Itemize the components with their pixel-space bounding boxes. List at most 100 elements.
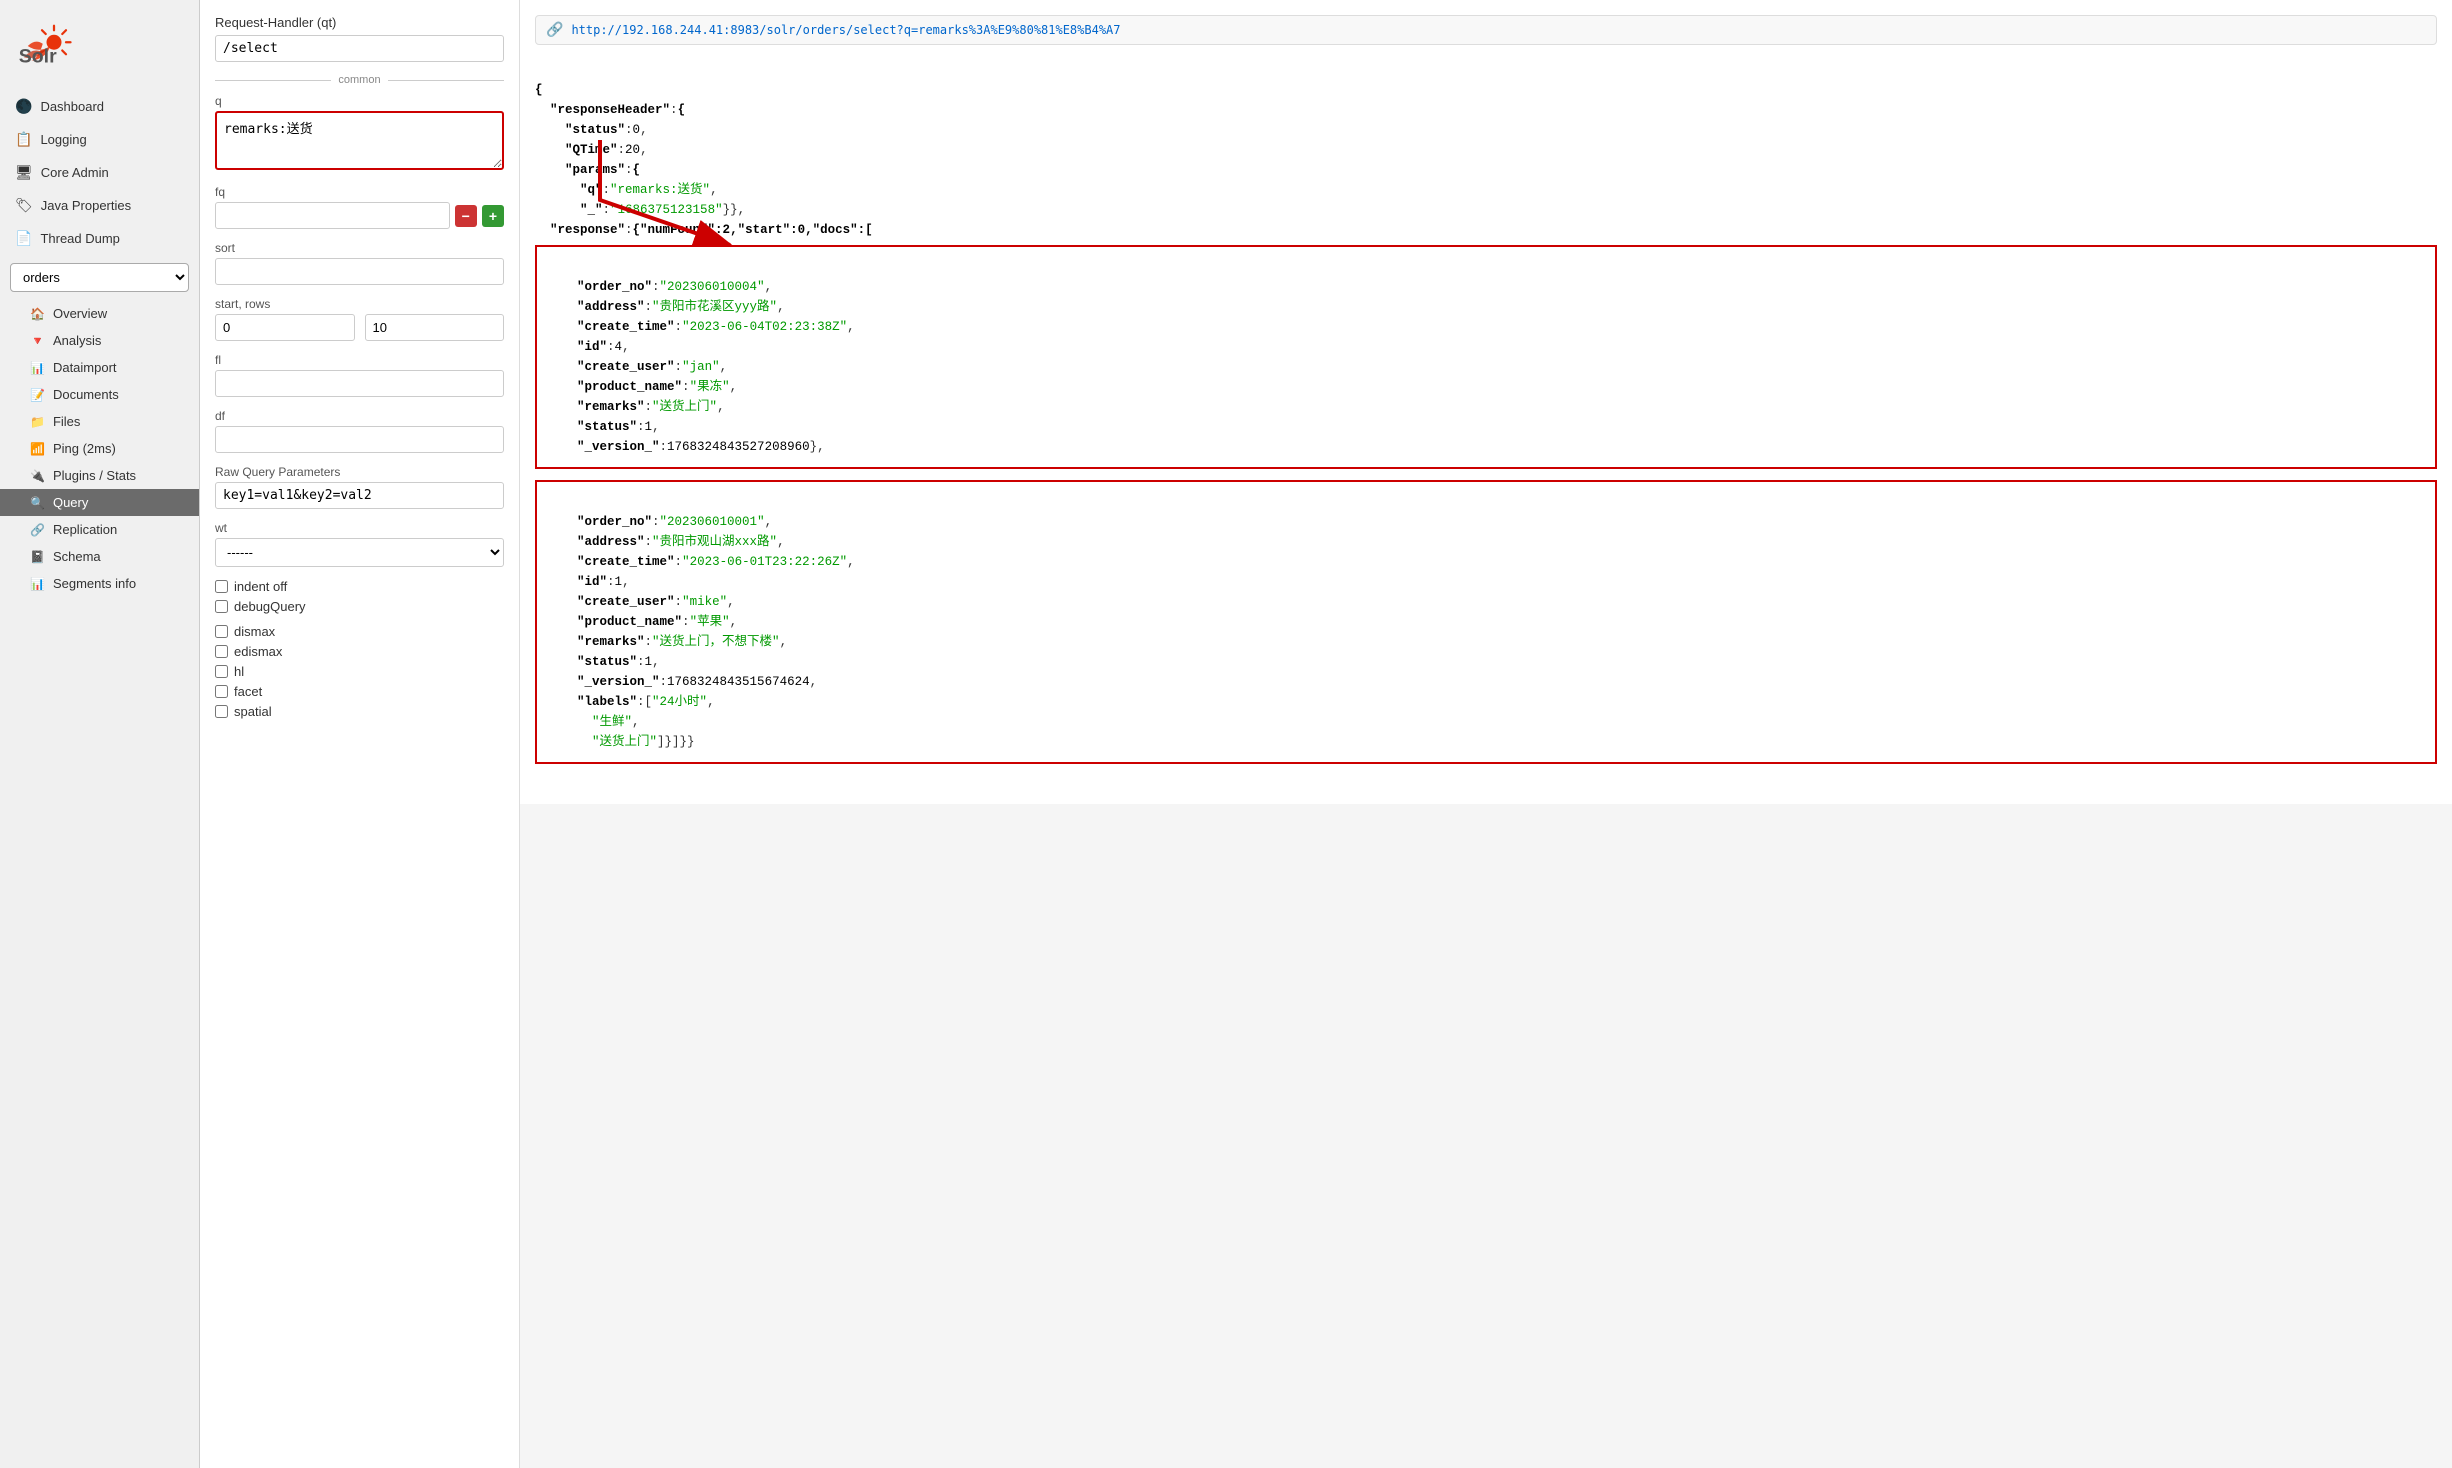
df-group: df bbox=[215, 409, 504, 453]
sidebar-item-java-properties[interactable]: 🏷 Java Properties bbox=[0, 189, 199, 222]
facet-row: facet bbox=[215, 684, 504, 699]
debug-query-row: debugQuery bbox=[215, 599, 504, 614]
logo-area: Solr bbox=[0, 0, 199, 90]
sidebar-item-files[interactable]: 📁 Files bbox=[0, 408, 199, 435]
url-icon: 🔗 bbox=[546, 22, 563, 38]
fq-add-button[interactable]: + bbox=[482, 205, 504, 227]
highlighted-result-2: "order_no":"202306010001", "address":"贵阳… bbox=[535, 480, 2437, 764]
documents-icon: 📝 bbox=[30, 388, 45, 402]
svg-text:Solr: Solr bbox=[19, 46, 57, 68]
fq-label: fq bbox=[215, 185, 504, 199]
q-input[interactable]: remarks:送货 bbox=[215, 111, 504, 170]
query-panel: Request-Handler (qt) common q remarks:送货… bbox=[200, 0, 520, 1468]
raw-query-input[interactable] bbox=[215, 482, 504, 509]
thread-dump-icon: 📄 bbox=[15, 230, 32, 247]
wt-label: wt bbox=[215, 521, 504, 535]
sidebar-item-analysis[interactable]: 🔻 Analysis bbox=[0, 327, 199, 354]
analysis-icon: 🔻 bbox=[30, 334, 45, 348]
sidebar-item-dashboard[interactable]: 🌑 Dashboard bbox=[0, 90, 199, 123]
fl-input[interactable] bbox=[215, 370, 504, 397]
common-divider: common bbox=[215, 74, 504, 86]
url-bar: 🔗 http://192.168.244.41:8983/solr/orders… bbox=[535, 15, 2437, 45]
q-label: q bbox=[215, 94, 504, 108]
response-panel: 🔗 http://192.168.244.41:8983/solr/orders… bbox=[520, 0, 2452, 804]
hl-row: hl bbox=[215, 664, 504, 679]
fq-remove-button[interactable]: − bbox=[455, 205, 477, 227]
spatial-checkbox[interactable] bbox=[215, 705, 228, 718]
solr-logo-icon: Solr bbox=[15, 20, 75, 75]
fl-label: fl bbox=[215, 353, 504, 367]
sidebar-item-core-admin[interactable]: 🖥 Core Admin bbox=[0, 156, 199, 189]
spatial-row: spatial bbox=[215, 704, 504, 719]
q-group: q remarks:送货 bbox=[215, 94, 504, 173]
sidebar: Solr 🌑 Dashboard 📋 Logging 🖥 Core Admin … bbox=[0, 0, 200, 1468]
indent-off-row: indent off bbox=[215, 579, 504, 594]
debug-query-checkbox[interactable] bbox=[215, 600, 228, 613]
raw-query-group: Raw Query Parameters bbox=[215, 465, 504, 509]
indent-off-checkbox[interactable] bbox=[215, 580, 228, 593]
plugins-stats-icon: 🔌 bbox=[30, 469, 45, 483]
fq-row: − + bbox=[215, 202, 504, 229]
sidebar-item-plugins-stats[interactable]: 🔌 Plugins / Stats bbox=[0, 462, 199, 489]
schema-icon: 📓 bbox=[30, 550, 45, 564]
sidebar-item-dataimport[interactable]: 📊 Dataimport bbox=[0, 354, 199, 381]
sidebar-item-segments-info[interactable]: 📊 Segments info bbox=[0, 570, 199, 597]
main-content: Request-Handler (qt) common q remarks:送货… bbox=[200, 0, 2452, 1468]
fl-group: fl bbox=[215, 353, 504, 397]
start-rows-group: start, rows bbox=[215, 297, 504, 341]
wt-select[interactable]: ------ json xml csv bbox=[215, 538, 504, 567]
dataimport-icon: 📊 bbox=[30, 361, 45, 375]
start-rows-inputs bbox=[215, 314, 504, 341]
sidebar-item-replication[interactable]: 🔗 Replication bbox=[0, 516, 199, 543]
edismax-label[interactable]: edismax bbox=[234, 644, 282, 659]
hl-checkbox[interactable] bbox=[215, 665, 228, 678]
raw-query-label: Raw Query Parameters bbox=[215, 465, 504, 479]
indent-off-label[interactable]: indent off bbox=[234, 579, 287, 594]
dismax-checkbox[interactable] bbox=[215, 625, 228, 638]
sort-label: sort bbox=[215, 241, 504, 255]
dismax-row: dismax bbox=[215, 624, 504, 639]
dismax-label[interactable]: dismax bbox=[234, 624, 275, 639]
sidebar-item-logging[interactable]: 📋 Logging bbox=[0, 123, 199, 156]
response-body: { "responseHeader":{ "status":0, "QTime"… bbox=[535, 60, 2437, 789]
hl-label[interactable]: hl bbox=[234, 664, 244, 679]
response-panel-wrapper: 🔗 http://192.168.244.41:8983/solr/orders… bbox=[520, 0, 2452, 1468]
facet-label[interactable]: facet bbox=[234, 684, 262, 699]
sidebar-item-overview[interactable]: 🏠 Overview bbox=[0, 300, 199, 327]
sidebar-item-query[interactable]: 🔍 Query bbox=[0, 489, 199, 516]
start-rows-label: start, rows bbox=[215, 297, 504, 311]
highlighted-result-1: "order_no":"202306010004", "address":"贵阳… bbox=[535, 245, 2437, 469]
files-icon: 📁 bbox=[30, 415, 45, 429]
edismax-row: edismax bbox=[215, 644, 504, 659]
spatial-label[interactable]: spatial bbox=[234, 704, 272, 719]
dashboard-icon: 🌑 bbox=[15, 98, 32, 115]
sidebar-item-schema[interactable]: 📓 Schema bbox=[0, 543, 199, 570]
df-label: df bbox=[215, 409, 504, 423]
core-admin-icon: 🖥 bbox=[15, 164, 33, 181]
debug-query-label[interactable]: debugQuery bbox=[234, 599, 306, 614]
handler-group: Request-Handler (qt) bbox=[215, 15, 504, 62]
core-selector[interactable]: orders bbox=[10, 263, 189, 292]
url-text: http://192.168.244.41:8983/solr/orders/s… bbox=[571, 23, 1120, 37]
segments-info-icon: 📊 bbox=[30, 577, 45, 591]
java-properties-icon: 🏷 bbox=[15, 197, 33, 214]
fq-group: fq − + bbox=[215, 185, 504, 229]
rows-input[interactable] bbox=[365, 314, 505, 341]
handler-input[interactable] bbox=[215, 35, 504, 62]
df-input[interactable] bbox=[215, 426, 504, 453]
sidebar-item-documents[interactable]: 📝 Documents bbox=[0, 381, 199, 408]
query-icon: 🔍 bbox=[30, 496, 45, 510]
edismax-checkbox[interactable] bbox=[215, 645, 228, 658]
sidebar-item-thread-dump[interactable]: 📄 Thread Dump bbox=[0, 222, 199, 255]
overview-icon: 🏠 bbox=[30, 307, 45, 321]
handler-label: Request-Handler (qt) bbox=[215, 15, 504, 30]
logging-icon: 📋 bbox=[15, 131, 32, 148]
facet-checkbox[interactable] bbox=[215, 685, 228, 698]
ping-icon: 📶 bbox=[30, 442, 45, 456]
sidebar-item-ping[interactable]: 📶 Ping (2ms) bbox=[0, 435, 199, 462]
sort-group: sort bbox=[215, 241, 504, 285]
fq-input[interactable] bbox=[215, 202, 450, 229]
start-input[interactable] bbox=[215, 314, 355, 341]
replication-icon: 🔗 bbox=[30, 523, 45, 537]
sort-input[interactable] bbox=[215, 258, 504, 285]
